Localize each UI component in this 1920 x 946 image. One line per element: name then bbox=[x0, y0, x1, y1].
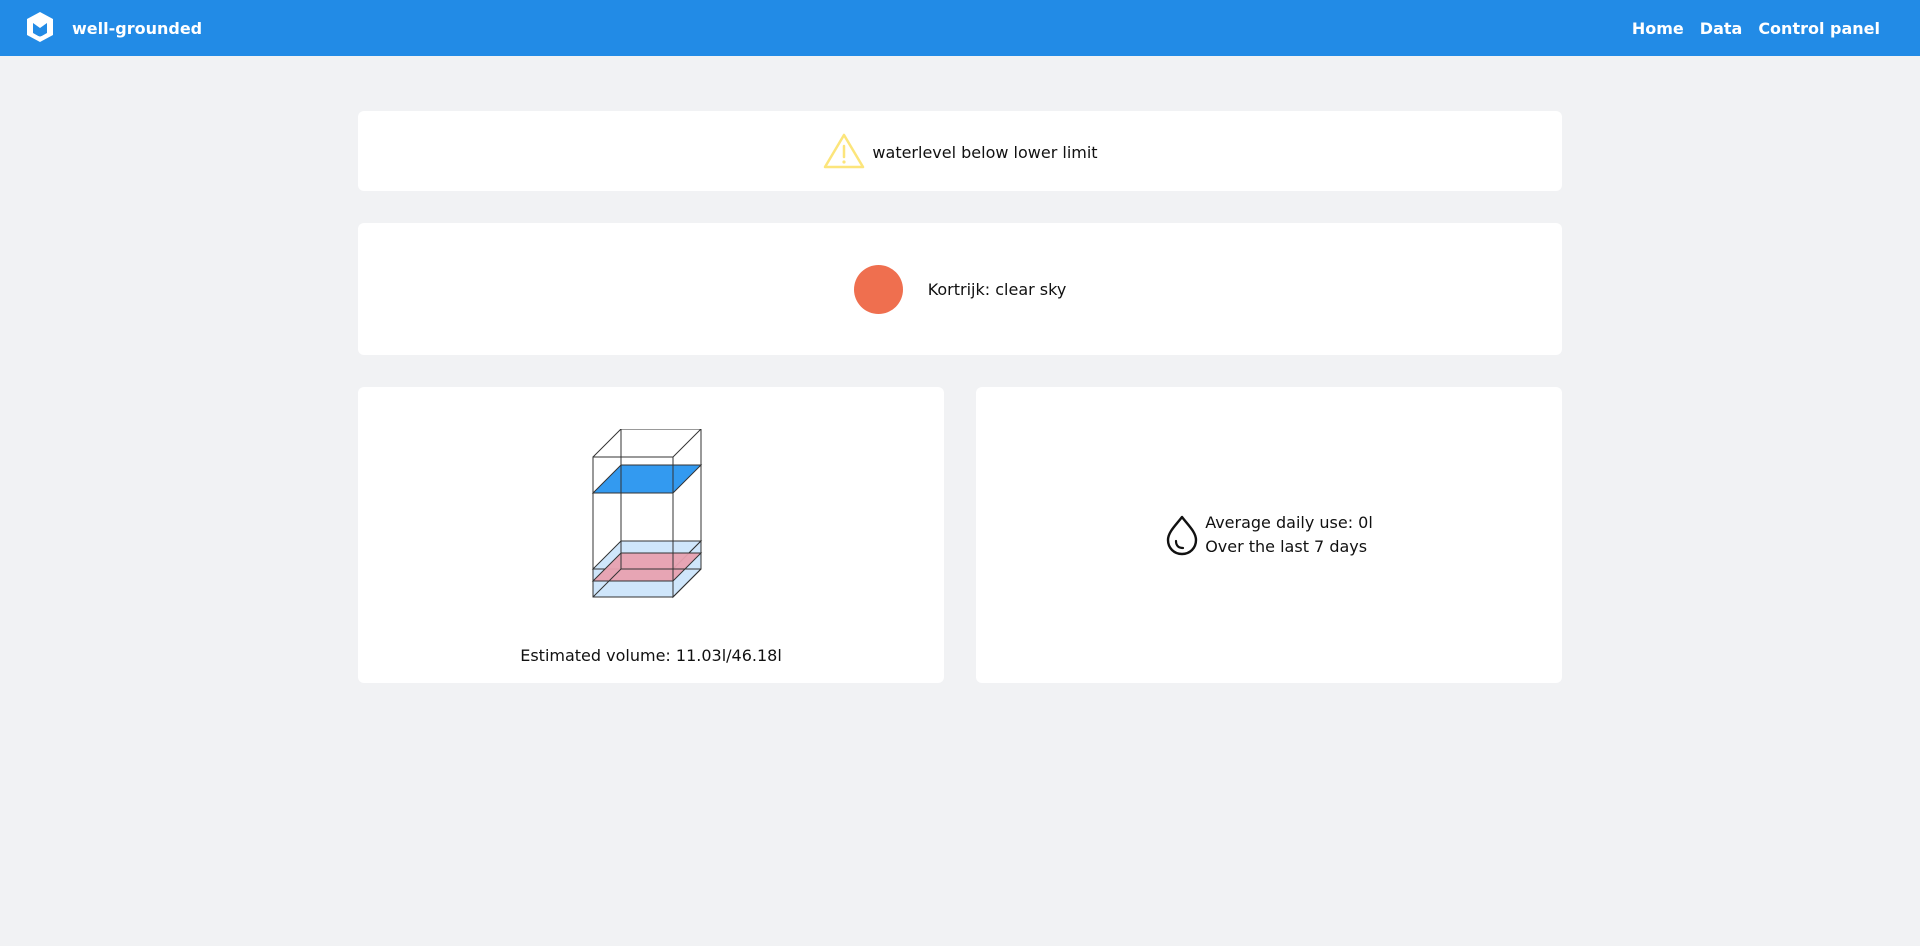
nav-home[interactable]: Home bbox=[1632, 19, 1684, 38]
tank-card: Estimated volume: 11.03l/46.18l bbox=[358, 387, 944, 683]
weather-text: Kortrijk: clear sky bbox=[927, 279, 1067, 299]
nav-control-panel[interactable]: Control panel bbox=[1758, 19, 1880, 38]
alert-message: waterlevel below lower limit bbox=[872, 142, 1098, 162]
nav-data[interactable]: Data bbox=[1700, 19, 1743, 38]
tank-illustration bbox=[591, 429, 703, 599]
warning-triangle-icon bbox=[824, 133, 865, 169]
upper-limit-plane bbox=[591, 464, 703, 494]
brand-link[interactable]: well-grounded bbox=[24, 11, 202, 45]
usage-text: Average daily use: 0l Over the last 7 da… bbox=[1205, 511, 1373, 559]
estimated-volume: Estimated volume: 11.03l/46.18l bbox=[520, 646, 782, 665]
sun-icon bbox=[853, 264, 903, 314]
main-nav: Home Data Control panel bbox=[1632, 19, 1880, 38]
mantine-logo-icon bbox=[27, 12, 53, 42]
average-daily-use: Average daily use: 0l bbox=[1205, 513, 1373, 532]
alert-card: waterlevel below lower limit bbox=[358, 111, 1562, 191]
usage-card: Average daily use: 0l Over the last 7 da… bbox=[976, 387, 1562, 683]
weather-card: Kortrijk: clear sky bbox=[358, 223, 1562, 355]
water-drop-icon bbox=[1166, 515, 1198, 556]
top-navbar: well-grounded Home Data Control panel bbox=[0, 0, 1920, 56]
brand-name: well-grounded bbox=[72, 18, 203, 38]
usage-period: Over the last 7 days bbox=[1205, 537, 1368, 556]
